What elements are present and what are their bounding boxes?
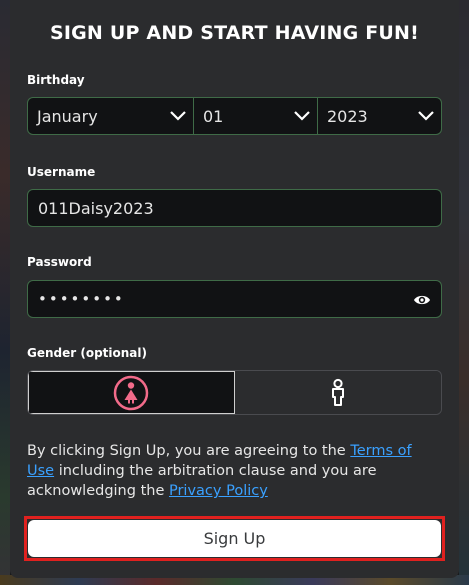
male-icon — [331, 378, 344, 406]
birthday-label: Birthday — [27, 73, 85, 87]
birthday-day-select[interactable]: 01 — [193, 98, 317, 134]
username-label: Username — [27, 165, 96, 179]
chevron-down-icon — [294, 111, 310, 121]
page-title: SIGN UP AND START HAVING FUN! — [49, 22, 420, 44]
birthday-month-select[interactable]: January — [28, 98, 193, 134]
signup-card: SIGN UP AND START HAVING FUN! Birthday J… — [10, 0, 459, 578]
female-icon — [114, 375, 149, 410]
eye-icon[interactable] — [413, 292, 431, 308]
username-field[interactable]: 011Daisy2023 — [27, 189, 442, 227]
gender-label: Gender (optional) — [27, 346, 148, 360]
gender-female-button[interactable] — [28, 371, 235, 414]
birthday-year-select[interactable]: 2023 — [317, 98, 441, 134]
username-value: 011Daisy2023 — [38, 198, 154, 218]
birthday-select-group: January 01 2023 — [27, 97, 442, 135]
terms-text: By clicking Sign Up, you are agreeing to… — [27, 441, 427, 501]
birthday-month-value: January — [37, 106, 98, 126]
birthday-day-value: 01 — [203, 106, 224, 126]
password-value: •••••••• — [38, 290, 125, 308]
background-right-edge — [459, 0, 469, 585]
gender-selector — [27, 370, 442, 415]
terms-prefix: By clicking Sign Up, you are agreeing to… — [27, 443, 351, 459]
chevron-down-icon — [170, 111, 186, 121]
sign-up-button[interactable]: Sign Up — [28, 520, 441, 557]
background-left-edge — [0, 0, 10, 585]
password-field[interactable]: •••••••• — [27, 280, 442, 318]
privacy-policy-link[interactable]: Privacy Policy — [169, 483, 268, 499]
gender-male-button[interactable] — [234, 371, 441, 414]
birthday-year-value: 2023 — [327, 106, 368, 126]
password-label: Password — [27, 255, 92, 269]
chevron-down-icon — [418, 111, 434, 121]
